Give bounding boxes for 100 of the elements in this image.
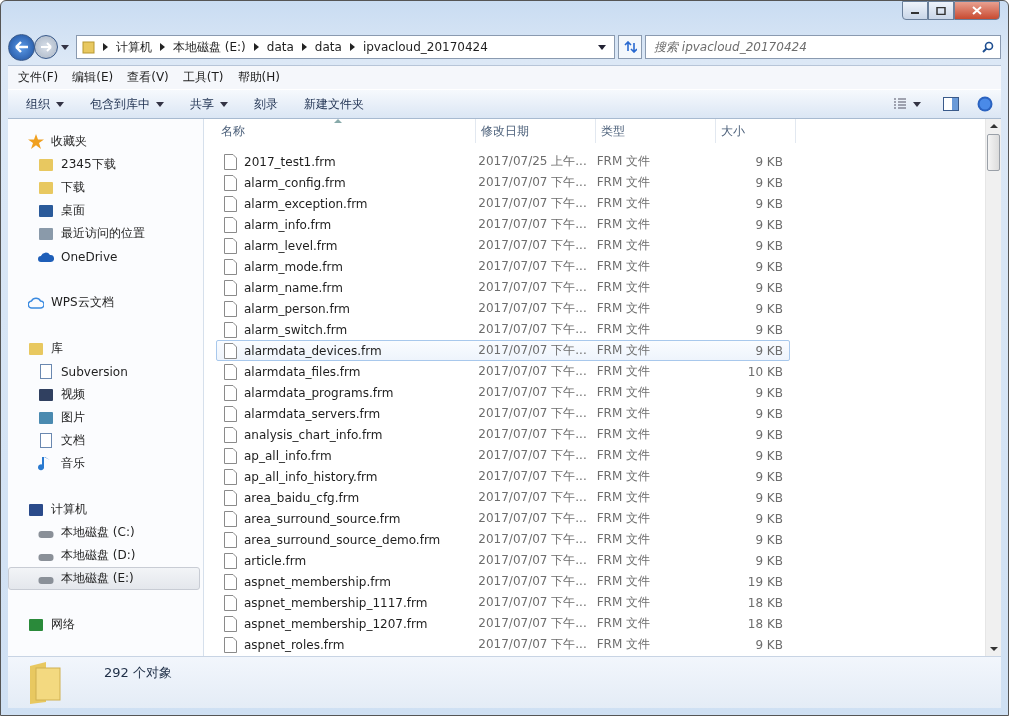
column-header[interactable]: 类型 [596, 119, 716, 143]
file-row[interactable]: ap_all_info.frm 2017/07/07 下午... FRM 文件 9 KB [216, 445, 790, 466]
breadcrumb-item[interactable]: ipvacloud_20170424 [362, 40, 488, 54]
table-cell-text: 2017/07/07 下午... [477, 531, 588, 548]
scroll-up-icon[interactable] [989, 124, 998, 128]
sidebar-item[interactable]: 下载 [8, 176, 200, 199]
sidebar-item[interactable]: 本地磁盘 (E:) [8, 567, 200, 590]
file-row[interactable]: alarmdata_devices.frm 2017/07/07 下午... FRM 文件 9 KB [216, 340, 790, 361]
file-row[interactable]: area_surround_source.frm 2017/07/07 下午... FRM 文件 9 KB [216, 508, 790, 529]
file-row[interactable]: alarm_exception.frm 2017/07/07 下午... FRM 文件 9 KB [216, 193, 790, 214]
caret-icon[interactable] [61, 44, 69, 50]
sidebar-item[interactable]: 2345下载 [8, 153, 200, 176]
column-header[interactable]: 名称 [216, 119, 476, 143]
table-cell-text: FRM 文件 [595, 384, 652, 401]
toolbar-button[interactable]: 组织 [14, 91, 76, 117]
file-row[interactable]: alarm_level.frm 2017/07/07 下午... FRM 文件 9 KB [216, 235, 790, 256]
back-button[interactable] [8, 33, 35, 61]
file-name: alarm_level.frm [244, 238, 338, 253]
sidebar-item[interactable]: 桌面 [8, 199, 200, 222]
file-name: aspnet_membership_1207.frm [244, 616, 428, 631]
refresh-button[interactable] [618, 35, 642, 59]
forward-button[interactable] [34, 35, 58, 59]
file-icon [224, 384, 237, 401]
file-row[interactable]: alarm_config.frm 2017/07/07 下午... FRM 文件 9 KB [216, 172, 790, 193]
toolbar-button[interactable]: 刻录 [242, 91, 290, 117]
preview-pane-icon [943, 97, 959, 111]
close-button[interactable] [954, 1, 1000, 20]
sidebar-item[interactable]: 图片 [8, 406, 200, 429]
file-icon [224, 258, 237, 275]
file-row[interactable]: area_baidu_cfg.frm 2017/07/07 下午... FRM 文件 9 KB [216, 487, 790, 508]
file-row[interactable]: aspnet_roles.frm 2017/07/07 下午... FRM 文件 9 KB [216, 634, 790, 655]
menu-item[interactable]: 编辑(E) [66, 69, 120, 86]
file-row[interactable]: analysis_chart_info.frm 2017/07/07 下午... FRM 文件 9 KB [216, 424, 790, 445]
file-row[interactable]: alarm_name.frm 2017/07/07 下午... FRM 文件 9 KB [216, 277, 790, 298]
column-header[interactable]: 大小 [716, 119, 796, 143]
scroll-thumb[interactable] [987, 134, 1000, 171]
toolbar-button[interactable]: 新建文件夹 [292, 91, 376, 117]
file-icon [224, 216, 237, 233]
minimize-button[interactable] [902, 1, 928, 20]
chevron-icon[interactable] [253, 43, 259, 51]
toolbar-button[interactable]: 包含到库中 [78, 91, 176, 117]
file-row[interactable]: article.frm 2017/07/07 下午... FRM 文件 9 KB [216, 550, 790, 571]
file-row[interactable]: ap_all_info_history.frm 2017/07/07 下午... FRM 文件 9 KB [216, 466, 790, 487]
chevron-icon[interactable] [103, 43, 108, 51]
file-row[interactable]: alarmdata_programs.frm 2017/07/07 下午... FRM 文件 9 KB [216, 382, 790, 403]
breadcrumb-item[interactable]: 计算机 [116, 38, 152, 56]
table-cell-text: 2017/07/07 下午... [477, 468, 588, 485]
breadcrumb-item[interactable]: 本地磁盘 (E:) [173, 38, 246, 56]
maximize-button[interactable] [928, 1, 954, 20]
sidebar-item[interactable]: 本地磁盘 (D:) [8, 544, 200, 567]
menu-item[interactable]: 工具(T) [176, 69, 230, 86]
menu-item[interactable]: 查看(V) [121, 69, 175, 86]
file-row[interactable]: alarmdata_servers.frm 2017/07/07 下午... FRM 文件 9 KB [216, 403, 790, 424]
sidebar-item[interactable]: 本地磁盘 (C:) [8, 521, 200, 544]
chevron-icon[interactable] [160, 43, 165, 51]
search-box[interactable]: 搜索 ipvacloud_20170424 [645, 35, 1001, 59]
sidebar-item[interactable]: OneDrive [8, 245, 200, 268]
scroll-down-icon[interactable] [989, 647, 998, 651]
sidebar-item[interactable]: 收藏夹 [8, 130, 200, 153]
sidebar-item[interactable]: 音乐 [8, 452, 200, 475]
breadcrumb-item[interactable]: data [314, 40, 342, 54]
caret-icon[interactable] [598, 44, 606, 50]
sidebar-item[interactable]: 视频 [8, 383, 200, 406]
table-cell-text: FRM 文件 [595, 489, 652, 506]
file-row[interactable]: alarm_mode.frm 2017/07/07 下午... FRM 文件 9 KB [216, 256, 790, 277]
back-arrow-icon [14, 41, 29, 53]
address-bar[interactable]: 计算机 本地磁盘 (E:) data data ipvacloud_20170424 [76, 35, 615, 59]
sidebar-item[interactable]: 文档 [8, 429, 200, 452]
file-icon [224, 510, 237, 527]
file-icon [224, 195, 237, 212]
menu-item[interactable]: 帮助(H) [231, 69, 286, 86]
scrollbar[interactable] [985, 119, 1001, 656]
file-row[interactable]: alarmdata_files.frm 2017/07/07 下午... FRM 文件 10 KB [216, 361, 790, 382]
file-row[interactable]: 2017_test1.frm 2017/07/25 上午... FRM 文件 9 KB [216, 151, 790, 172]
sidebar-item[interactable]: 网络 [8, 613, 200, 636]
toolbar-button[interactable]: 共享 [178, 91, 240, 117]
file-row[interactable]: area_surround_source_demo.frm 2017/07/07 下午... FRM 文件 9 KB [216, 529, 790, 550]
sidebar-item[interactable]: 库 [8, 337, 200, 360]
chevron-icon[interactable] [349, 43, 355, 51]
file-row[interactable]: aspnet_membership_1207.frm 2017/07/07 下午... FRM 文件 18 KB [216, 613, 790, 634]
sidebar-item[interactable]: Subversion [8, 360, 200, 383]
sidebar-item[interactable]: WPS云文档 [8, 291, 200, 314]
file-row[interactable]: aspnet_membership_1117.frm 2017/07/07 下午... FRM 文件 18 KB [216, 592, 790, 613]
column-header[interactable]: 修改日期 [476, 119, 596, 143]
file-row[interactable]: alarm_switch.frm 2017/07/07 下午... FRM 文件 9 KB [216, 319, 790, 340]
table-cell-text: 2017/07/07 下午... [477, 489, 588, 506]
table-cell-text: 2017/07/07 下午... [477, 594, 588, 611]
file-row[interactable]: alarm_info.frm 2017/07/07 下午... FRM 文件 9 KB [216, 214, 790, 235]
file-name: alarmdata_devices.frm [244, 343, 382, 358]
table-cell-text: FRM 文件 [595, 174, 652, 191]
breadcrumb-item[interactable]: data [266, 40, 294, 54]
chevron-icon[interactable] [301, 43, 307, 51]
sidebar-item[interactable]: 计算机 [8, 498, 200, 521]
menu-item[interactable]: 文件(F) [12, 69, 65, 86]
file-row[interactable]: aspnet_membership.frm 2017/07/07 下午... FRM 文件 19 KB [216, 571, 790, 592]
table-cell-text: 2017/07/07 下午... [477, 174, 588, 191]
table-cell-text: 9 KB [754, 217, 784, 232]
sidebar-item[interactable]: 最近访问的位置 [8, 222, 200, 245]
file-icon [224, 489, 237, 506]
file-row[interactable]: alarm_person.frm 2017/07/07 下午... FRM 文件 9 KB [216, 298, 790, 319]
